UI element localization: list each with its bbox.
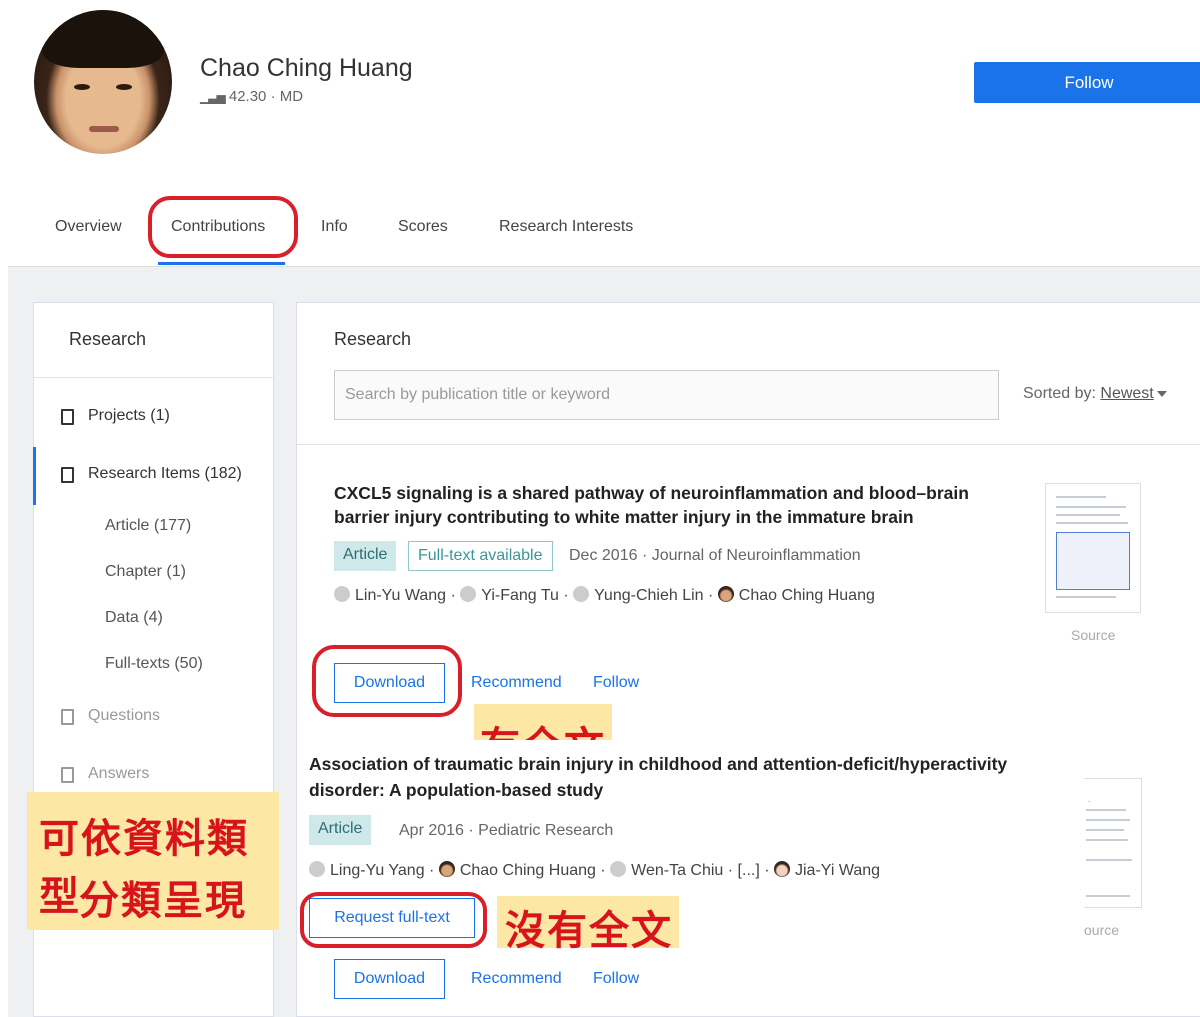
follow-link[interactable]: Follow xyxy=(593,674,639,692)
publication-thumbnail[interactable]: . xyxy=(1084,778,1142,908)
profile-avatar[interactable] xyxy=(34,10,172,154)
sidebar-subitem-chapter[interactable]: Chapter (1) xyxy=(105,563,186,581)
annotation-circle-download xyxy=(312,645,462,717)
download-button[interactable]: Download xyxy=(334,959,445,999)
document-icon xyxy=(61,709,74,725)
annotation-circle-contributions xyxy=(148,196,298,258)
avatar xyxy=(573,586,590,602)
sidebar-subitem-article[interactable]: Article (177) xyxy=(105,517,191,535)
type-badge: Article xyxy=(334,541,397,571)
publication-title[interactable]: Association of traumatic brain injury in… xyxy=(309,752,1089,802)
avatar xyxy=(438,861,455,877)
author-link[interactable]: Chao Ching Huang xyxy=(460,862,596,879)
sort-value[interactable]: Newest xyxy=(1100,385,1153,402)
main-title: Research xyxy=(334,329,412,349)
author-list: Ling-Yu Yang · Chao Ching Huang · Wen-Ta… xyxy=(309,861,880,880)
avatar xyxy=(309,861,325,877)
annotation-circle-request xyxy=(300,892,487,948)
publication-search-input[interactable] xyxy=(334,370,999,420)
author-link[interactable]: Yi-Fang Tu xyxy=(481,587,559,604)
author-link[interactable]: Yung-Chieh Lin xyxy=(594,587,703,604)
tab-scores[interactable]: Scores xyxy=(398,218,448,236)
author-link[interactable]: Chao Ching Huang xyxy=(739,587,875,604)
sidebar-title: Research xyxy=(69,329,147,349)
author-list: Lin-Yu Wang · Yi-Fang Tu · Yung-Chieh Li… xyxy=(334,586,875,605)
annotation-classify-by-type: 可依資料類型 分類呈現 xyxy=(27,792,279,930)
avatar xyxy=(610,861,627,877)
avatar xyxy=(774,861,790,877)
document-icon xyxy=(61,409,74,425)
recommend-link[interactable]: Recommend xyxy=(471,674,562,692)
avatar xyxy=(334,586,350,602)
tab-research-interests[interactable]: Research Interests xyxy=(499,218,633,236)
sidebar-item-questions: Questions xyxy=(88,707,161,724)
signal-icon: ▁▃▅ xyxy=(200,90,226,104)
avatar xyxy=(460,586,477,602)
document-icon xyxy=(61,767,74,783)
follow-button[interactable]: Follow xyxy=(974,62,1200,103)
author-link[interactable]: Wen-Ta Chiu xyxy=(631,862,723,879)
publication-meta: Apr 2016 · Pediatric Research xyxy=(399,822,614,839)
author-link[interactable]: Jia-Yi Wang xyxy=(795,862,880,879)
recommend-link[interactable]: Recommend xyxy=(471,970,562,988)
publication-meta: Dec 2016 · Journal of Neuroinflammation xyxy=(569,547,861,564)
publication-thumbnail[interactable] xyxy=(1045,483,1141,613)
sidebar-item-projects[interactable]: Projects (1) xyxy=(88,407,170,425)
author-link[interactable]: Ling-Yu Yang xyxy=(330,862,425,879)
more-authors[interactable]: [...] xyxy=(738,862,760,879)
score-value: 42.30 xyxy=(228,88,267,105)
sidebar-subitem-data[interactable]: Data (4) xyxy=(105,609,163,627)
document-icon xyxy=(61,467,74,483)
sidebar-item-answers: Answers xyxy=(88,765,150,782)
tab-info[interactable]: Info xyxy=(321,218,348,236)
sidebar-active-indicator xyxy=(33,447,36,505)
profile-score: ▁▃▅ 42.30 · MD xyxy=(200,88,304,105)
annotation-no-fulltext: 沒有全文 xyxy=(497,896,679,954)
thumbnail-caption: ource xyxy=(1084,922,1120,938)
tab-overview[interactable]: Overview xyxy=(55,218,122,236)
profile-name[interactable]: Chao Ching Huang xyxy=(200,54,413,83)
publication-title[interactable]: CXCL5 signaling is a shared pathway of n… xyxy=(334,481,969,529)
author-link[interactable]: Lin-Yu Wang xyxy=(355,587,446,604)
active-tab-indicator xyxy=(158,262,285,265)
type-badge: Article xyxy=(309,815,372,845)
degree: MD xyxy=(279,88,304,105)
sort-label: Sorted by: xyxy=(1023,385,1096,402)
thumbnail-caption: Source xyxy=(1071,627,1116,643)
follow-link[interactable]: Follow xyxy=(593,970,639,988)
sidebar-item-research-items[interactable]: Research Items (182) xyxy=(88,465,242,483)
avatar xyxy=(717,586,734,602)
sort-control[interactable]: Sorted by: Newest xyxy=(1023,385,1167,403)
caret-down-icon[interactable] xyxy=(1156,390,1167,397)
fulltext-badge: Full-text available xyxy=(408,541,553,571)
sidebar-subitem-fulltexts[interactable]: Full-texts (50) xyxy=(105,655,203,673)
